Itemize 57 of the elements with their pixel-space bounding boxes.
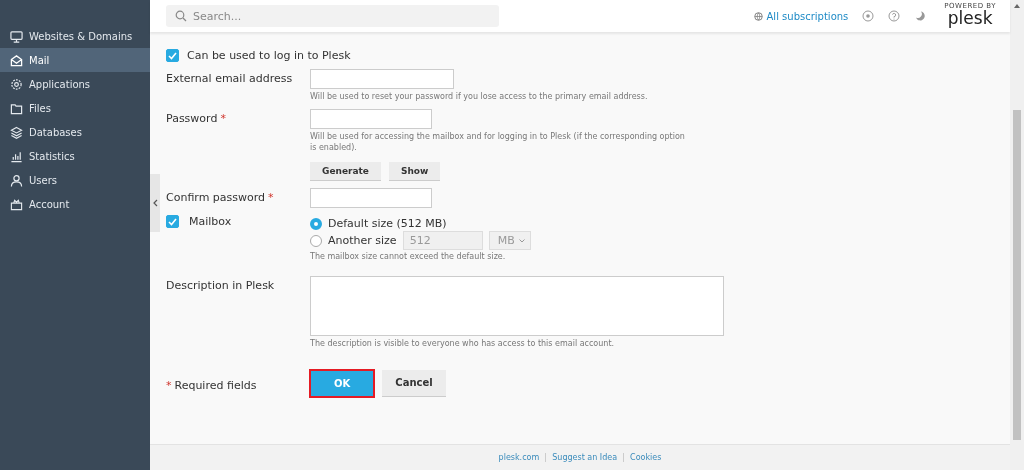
moon-icon[interactable] bbox=[914, 10, 927, 22]
gear-icon bbox=[10, 77, 23, 91]
field-hint: Will be used for accessing the mailbox and for logging in to Plesk (if the corresponding option is enabled). bbox=[310, 132, 686, 154]
field-label: Confirm password * bbox=[166, 190, 275, 207]
checkbox-label: Mailbox bbox=[189, 215, 232, 229]
check-icon bbox=[168, 51, 177, 60]
monitor-icon bbox=[10, 29, 23, 43]
chevron-down-icon bbox=[518, 238, 525, 243]
user-icon bbox=[10, 173, 23, 187]
sidebar-item[interactable]: Account bbox=[0, 192, 150, 216]
password-field[interactable] bbox=[310, 188, 432, 209]
folder-icon bbox=[10, 101, 23, 115]
radio-label: Another size bbox=[328, 234, 397, 248]
sidebar-item[interactable]: Mail bbox=[0, 48, 150, 72]
radio-button[interactable] bbox=[310, 234, 322, 247]
help-icon[interactable] bbox=[888, 10, 901, 22]
required-note: * Required fields bbox=[166, 377, 258, 394]
field-hint: The mailbox size cannot exceed the default size. bbox=[310, 252, 507, 263]
description-field[interactable] bbox=[310, 275, 724, 336]
field-hint: The description is visible to everyone who has access to this email account. bbox=[310, 338, 616, 349]
layers-icon bbox=[10, 125, 23, 139]
field-label: Description in Plesk bbox=[166, 277, 276, 294]
sidebar-item[interactable]: Applications bbox=[0, 72, 150, 96]
chevron-left-icon bbox=[152, 199, 158, 207]
search-field[interactable]: Search... bbox=[166, 5, 499, 27]
ball-icon[interactable] bbox=[862, 10, 875, 22]
sidebar-item[interactable]: Websites & Domains bbox=[0, 24, 150, 48]
footer-link[interactable]: Cookies bbox=[623, 453, 668, 462]
sidebar-item[interactable]: Users bbox=[0, 168, 150, 192]
sidebar-item[interactable]: Databases bbox=[0, 120, 150, 144]
envelope-icon bbox=[10, 53, 23, 67]
scroll-up-icon[interactable] bbox=[1013, 3, 1021, 9]
collapse-handle[interactable] bbox=[150, 174, 160, 232]
checkbox[interactable] bbox=[166, 215, 179, 229]
bar-chart-icon bbox=[10, 149, 23, 163]
field-hint: Will be used to reset your password if you lose access to the primary email address. bbox=[310, 92, 649, 103]
subscriptions-link[interactable]: All subscriptions bbox=[753, 10, 849, 22]
password-field[interactable] bbox=[310, 109, 432, 130]
field-label: External email address bbox=[166, 71, 294, 87]
sidebar-item[interactable]: Files bbox=[0, 96, 150, 120]
password-button[interactable]: Generate bbox=[310, 162, 381, 182]
sidebar-item[interactable]: Statistics bbox=[0, 144, 150, 168]
account-icon bbox=[10, 197, 23, 211]
checkbox[interactable] bbox=[166, 49, 179, 62]
cancel-button[interactable]: Cancel bbox=[382, 369, 446, 397]
checkbox-label: Can be used to log in to Plesk bbox=[187, 49, 351, 62]
field-label: Password * bbox=[166, 111, 227, 128]
check-icon bbox=[168, 217, 177, 226]
scrollbar[interactable] bbox=[1010, 0, 1024, 470]
radio-label: Default size (512 MB) bbox=[328, 217, 447, 231]
search-icon bbox=[175, 10, 187, 22]
footer-link[interactable]: plesk.com bbox=[492, 453, 546, 462]
globe-icon bbox=[753, 11, 763, 21]
input-field[interactable] bbox=[310, 69, 454, 89]
radio-button[interactable] bbox=[310, 217, 322, 230]
password-button[interactable]: Show bbox=[388, 162, 441, 182]
footer-link[interactable]: Suggest an Idea bbox=[545, 453, 624, 462]
